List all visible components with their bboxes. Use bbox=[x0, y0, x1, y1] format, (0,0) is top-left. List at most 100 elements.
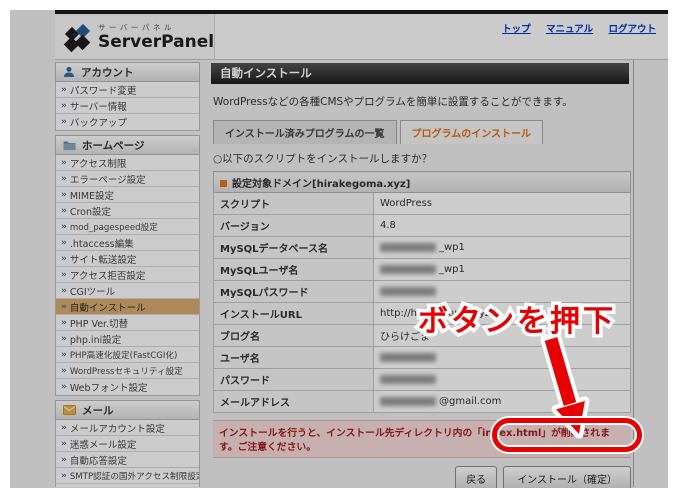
sidebar-item[interactable]: CGIツール bbox=[56, 283, 199, 299]
sidebar-item[interactable]: サイト転送設定 bbox=[56, 251, 199, 267]
sidebar-item-label: mod_pagespeed設定 bbox=[69, 222, 158, 233]
sidebar-item[interactable]: MIME設定 bbox=[56, 187, 199, 203]
sidebar: アカウント パスワード変更サーバー情報バックアップ ホームページ アクセス制限エ… bbox=[55, 60, 200, 487]
sidebar-item[interactable]: 迷惑メール設定 bbox=[56, 436, 199, 452]
row-label: パスワード bbox=[213, 368, 374, 391]
arrow-icon bbox=[61, 158, 67, 168]
redacted-value bbox=[380, 286, 436, 296]
arrow-icon bbox=[61, 254, 67, 264]
sidebar-item[interactable]: エラーページ設定 bbox=[56, 171, 199, 187]
row-label: ブログ名 bbox=[213, 324, 374, 347]
row-label: ユーザ名 bbox=[213, 346, 374, 369]
sidebar-item-auto-install[interactable]: 自動インストール bbox=[56, 299, 199, 315]
sidebar-item[interactable]: php.ini設定 bbox=[56, 331, 199, 347]
row-value: _wp1 bbox=[373, 236, 631, 259]
table-row: メールアドレス @gmail.com bbox=[213, 390, 631, 413]
server-panel: サーバーパネル ServerPanel トップ マニュアル ログアウト アカウン… bbox=[55, 10, 668, 488]
sidebar-item-label: メールアカウント設定 bbox=[69, 423, 165, 435]
redacted-value bbox=[380, 242, 436, 252]
warning-message: インストールを行うと、インストール先ディレクトリ内の「index.html」が削… bbox=[213, 420, 631, 458]
arrow-icon bbox=[61, 471, 67, 481]
arrow-icon bbox=[61, 366, 67, 376]
sidebar-item-label: Webフォント設定 bbox=[69, 383, 148, 394]
sidebar-item[interactable]: .htaccess編集 bbox=[56, 235, 199, 251]
sidebar-section-homepage: ホームページ bbox=[55, 135, 200, 155]
sidebar-item[interactable]: Webフォント設定 bbox=[56, 379, 199, 395]
sidebar-item-label: パスワード変更 bbox=[69, 85, 137, 97]
sidebar-item[interactable]: Cron設定 bbox=[56, 203, 199, 219]
folder-icon bbox=[63, 141, 76, 150]
nav-link-top[interactable]: トップ bbox=[502, 24, 531, 35]
page-description: WordPressなどの各種CMSやプログラムを簡単に設置することができます。 bbox=[213, 96, 573, 108]
row-label: MySQLユーザ名 bbox=[213, 258, 374, 281]
sidebar-item[interactable]: PHP高速化設定(FastCGI化) bbox=[56, 347, 199, 363]
tab-installed-programs[interactable]: インストール済みプログラムの一覧 bbox=[213, 120, 397, 144]
sidebar-item-label: サイト転送設定 bbox=[69, 254, 137, 266]
mail-icon bbox=[63, 405, 76, 415]
sidebar-item[interactable]: SMTP認証の国外アクセス制限設定 bbox=[56, 468, 199, 484]
install-confirm-button[interactable]: インストール（確定） bbox=[503, 466, 631, 488]
sidebar-item[interactable]: メールアカウント設定 bbox=[56, 420, 199, 436]
row-label: MySQLパスワード bbox=[213, 280, 374, 303]
row-value: @gmail.com bbox=[373, 390, 631, 413]
sidebar-item[interactable]: バックアップ bbox=[56, 114, 199, 130]
sidebar-section-mail: メール bbox=[55, 400, 200, 420]
sidebar-item-label: バックアップ bbox=[69, 118, 127, 129]
row-value: WordPress bbox=[373, 192, 631, 215]
sidebar-item-label: CGIツール bbox=[69, 286, 116, 298]
sidebar-item-label: php.ini設定 bbox=[69, 334, 122, 346]
row-value: _wp1 bbox=[373, 258, 631, 281]
arrow-icon bbox=[61, 318, 67, 328]
sidebar-item[interactable]: メールの振り分け bbox=[56, 484, 199, 487]
sidebar-item[interactable]: 自動応答設定 bbox=[56, 452, 199, 468]
sidebar-item-label: 自動応答設定 bbox=[69, 455, 127, 467]
button-row: 戻る インストール（確定） bbox=[211, 466, 631, 488]
arrow-icon bbox=[61, 206, 67, 216]
main-content: 自動インストール WordPressなどの各種CMSやプログラムを簡単に設置する… bbox=[206, 60, 634, 488]
redacted-value bbox=[380, 264, 436, 274]
screenshot-page: サーバーパネル ServerPanel トップ マニュアル ログアウト アカウン… bbox=[0, 0, 680, 488]
table-row: パスワード bbox=[213, 368, 631, 391]
sidebar-item[interactable]: mod_pagespeed設定 bbox=[56, 219, 199, 235]
nav-link-logout[interactable]: ログアウト bbox=[608, 24, 656, 35]
arrow-icon bbox=[61, 101, 67, 111]
target-domain: 設定対象ドメイン[hirakegoma.xyz] bbox=[232, 178, 411, 190]
arrow-icon bbox=[61, 85, 67, 95]
arrow-icon bbox=[61, 174, 67, 184]
sidebar-item-label: サーバー情報 bbox=[69, 101, 127, 113]
sidebar-item[interactable]: パスワード変更 bbox=[56, 82, 199, 98]
sidebar-item-label: 自動インストール bbox=[69, 302, 146, 314]
sidebar-item[interactable]: アクセス制限 bbox=[56, 155, 199, 171]
arrow-icon bbox=[61, 190, 67, 200]
row-value: http://hirakegoma.xyz/ bbox=[373, 302, 631, 325]
tab-bar: インストール済みプログラムの一覧 プログラムのインストール bbox=[213, 120, 629, 144]
row-label: メールアドレス bbox=[213, 390, 374, 413]
sidebar-item[interactable]: サーバー情報 bbox=[56, 98, 199, 114]
panel-header: サーバーパネル ServerPanel トップ マニュアル ログアウト bbox=[55, 10, 668, 60]
arrow-icon bbox=[61, 222, 67, 232]
sidebar-item-label: PHP Ver.切替 bbox=[69, 318, 129, 330]
row-value: ひらけごま bbox=[373, 324, 631, 347]
sidebar-item-label: アクセス制限 bbox=[69, 158, 127, 170]
nav-link-manual[interactable]: マニュアル bbox=[546, 24, 593, 35]
arrow-icon bbox=[61, 350, 67, 360]
arrow-icon bbox=[61, 455, 67, 465]
sidebar-homepage-items: アクセス制限エラーページ設定 MIME設定 Cron設定 mod_pagespeed設… bbox=[55, 155, 200, 396]
sidebar-item-label: エラーページ設定 bbox=[69, 174, 146, 186]
table-row: MySQLユーザ名 _wp1 bbox=[213, 258, 631, 281]
sidebar-item-label: WordPressセキュリティ設定 bbox=[69, 366, 183, 377]
row-value bbox=[373, 346, 631, 369]
sidebar-item[interactable]: PHP Ver.切替 bbox=[56, 315, 199, 331]
sidebar-item[interactable]: WordPressセキュリティ設定 bbox=[56, 363, 199, 379]
row-label: スクリプト bbox=[213, 192, 374, 215]
arrow-icon bbox=[61, 117, 67, 127]
sidebar-mail-items: メールアカウント設定迷惑メール設定自動応答設定 SMTP認証の国外アクセス制限設定… bbox=[55, 420, 200, 487]
back-button[interactable]: 戻る bbox=[455, 466, 498, 488]
arrow-icon bbox=[61, 286, 67, 296]
table-row: ユーザ名 bbox=[213, 346, 631, 369]
redacted-value bbox=[380, 374, 436, 384]
arrow-icon bbox=[61, 439, 67, 449]
arrow-icon bbox=[61, 423, 67, 433]
tab-install-program[interactable]: プログラムのインストール bbox=[399, 120, 543, 144]
sidebar-item[interactable]: アクセス拒否設定 bbox=[56, 267, 199, 283]
